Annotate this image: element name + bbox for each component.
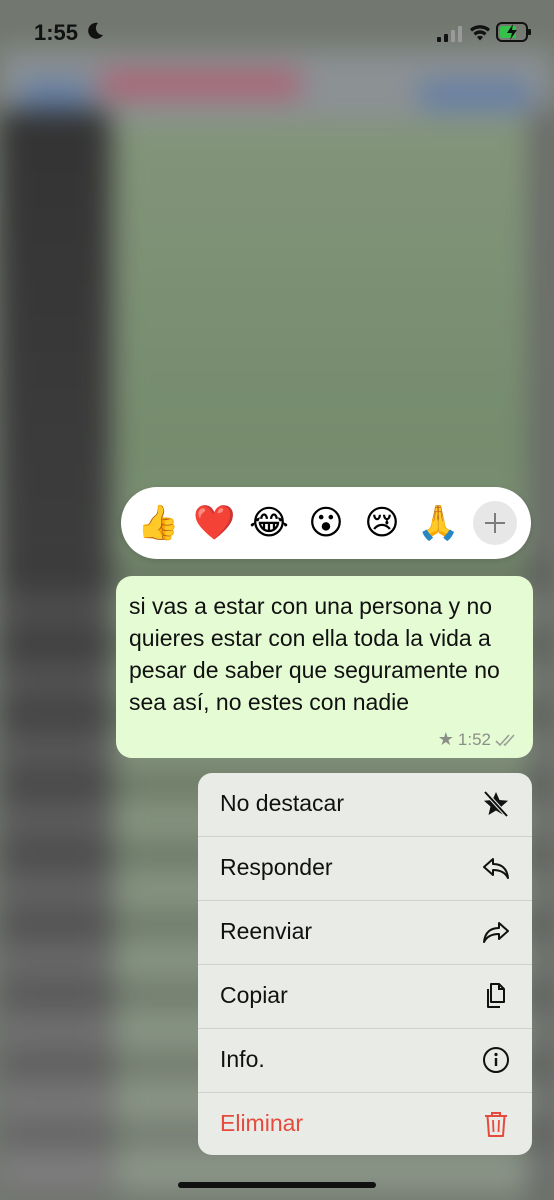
reaction-bar: 👍 ❤️ 😂 😮 😢 🙏	[121, 487, 531, 559]
wifi-icon	[470, 25, 490, 41]
menu-item-reply[interactable]: Responder	[198, 837, 532, 901]
reaction-praying-hands[interactable]: 🙏	[417, 502, 459, 544]
reaction-tears-of-joy[interactable]: 😂	[248, 502, 290, 544]
unstar-icon	[483, 790, 509, 818]
reaction-heart[interactable]: ❤️	[193, 502, 235, 544]
menu-item-delete[interactable]: Eliminar	[198, 1093, 532, 1155]
message-context-menu: No destacar Responder Reenviar Copiar In…	[198, 773, 532, 1155]
star-icon: ★	[437, 729, 454, 749]
signal-icon	[437, 26, 462, 42]
info-icon	[483, 1047, 509, 1073]
menu-item-forward[interactable]: Reenviar	[198, 901, 532, 965]
status-time: 1:55	[34, 20, 79, 45]
trash-icon	[485, 1112, 507, 1137]
double-check-icon	[495, 733, 515, 746]
message-bubble[interactable]: si vas a estar con una persona y no quie…	[116, 576, 533, 758]
copy-icon	[487, 983, 505, 1008]
menu-item-info[interactable]: Info.	[198, 1029, 532, 1093]
menu-item-label: Responder	[220, 854, 333, 880]
menu-item-label: No destacar	[220, 790, 345, 816]
message-meta: ★ 1:52	[438, 729, 519, 750]
status-bar: 1:55	[0, 0, 554, 64]
battery-charging-icon	[496, 22, 531, 42]
menu-item-label: Eliminar	[220, 1110, 304, 1136]
screen: 1:55 👍 ❤️ 😂 😮 😢 🙏 si vas a estar con una…	[0, 0, 554, 1200]
menu-item-label: Info.	[220, 1046, 265, 1072]
menu-item-copy[interactable]: Copiar	[198, 965, 532, 1029]
more-reactions-button[interactable]	[473, 501, 517, 545]
menu-item-label: Copiar	[220, 982, 288, 1008]
menu-item-unstar[interactable]: No destacar	[198, 773, 532, 837]
message-text: si vas a estar con una persona y no quie…	[129, 593, 500, 715]
home-indicator[interactable]	[178, 1182, 376, 1188]
reply-icon	[483, 858, 509, 879]
reaction-thumbs-up[interactable]: 👍	[137, 502, 179, 544]
forward-icon	[483, 922, 509, 943]
reaction-surprised[interactable]: 😮	[305, 502, 347, 544]
message-time: 1:52	[457, 729, 491, 749]
moon-icon	[88, 22, 103, 39]
menu-item-label: Reenviar	[220, 918, 313, 944]
reaction-crying[interactable]: 😢	[361, 502, 403, 544]
